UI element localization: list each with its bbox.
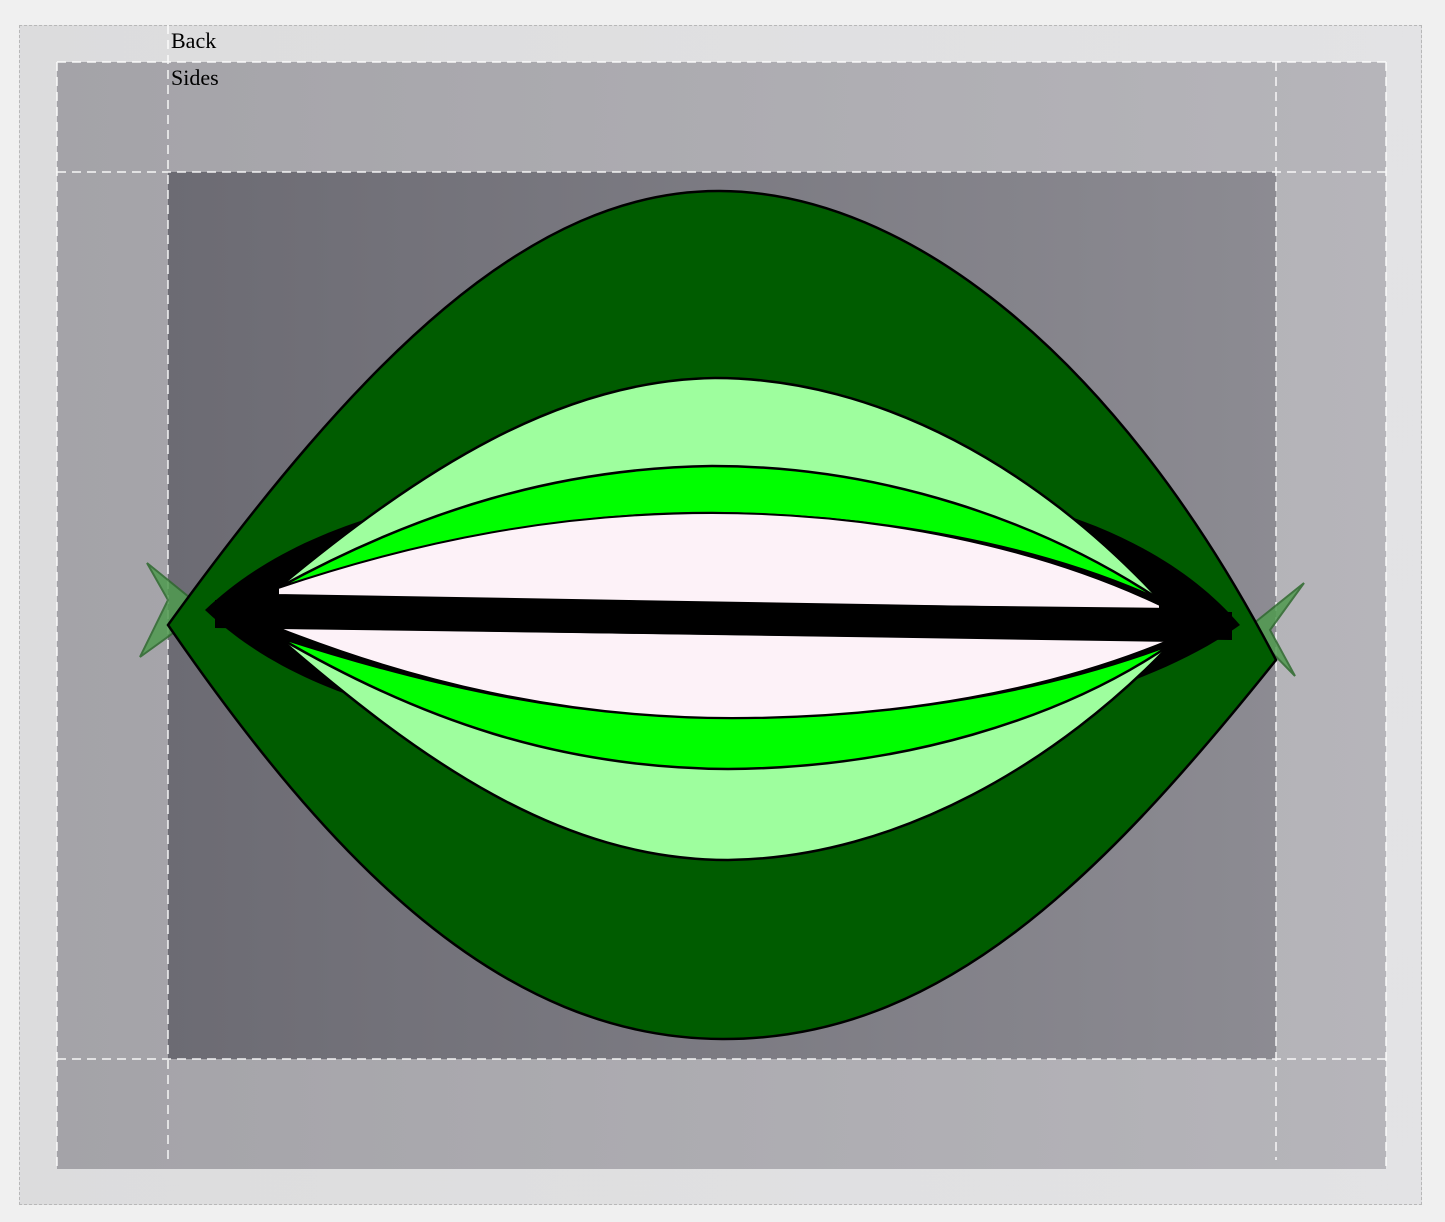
- back-label: Back: [171, 28, 217, 53]
- lens-shape: [139, 189, 1305, 1041]
- diagram-canvas: Back Sides: [0, 0, 1445, 1222]
- sides-label: Sides: [171, 65, 219, 90]
